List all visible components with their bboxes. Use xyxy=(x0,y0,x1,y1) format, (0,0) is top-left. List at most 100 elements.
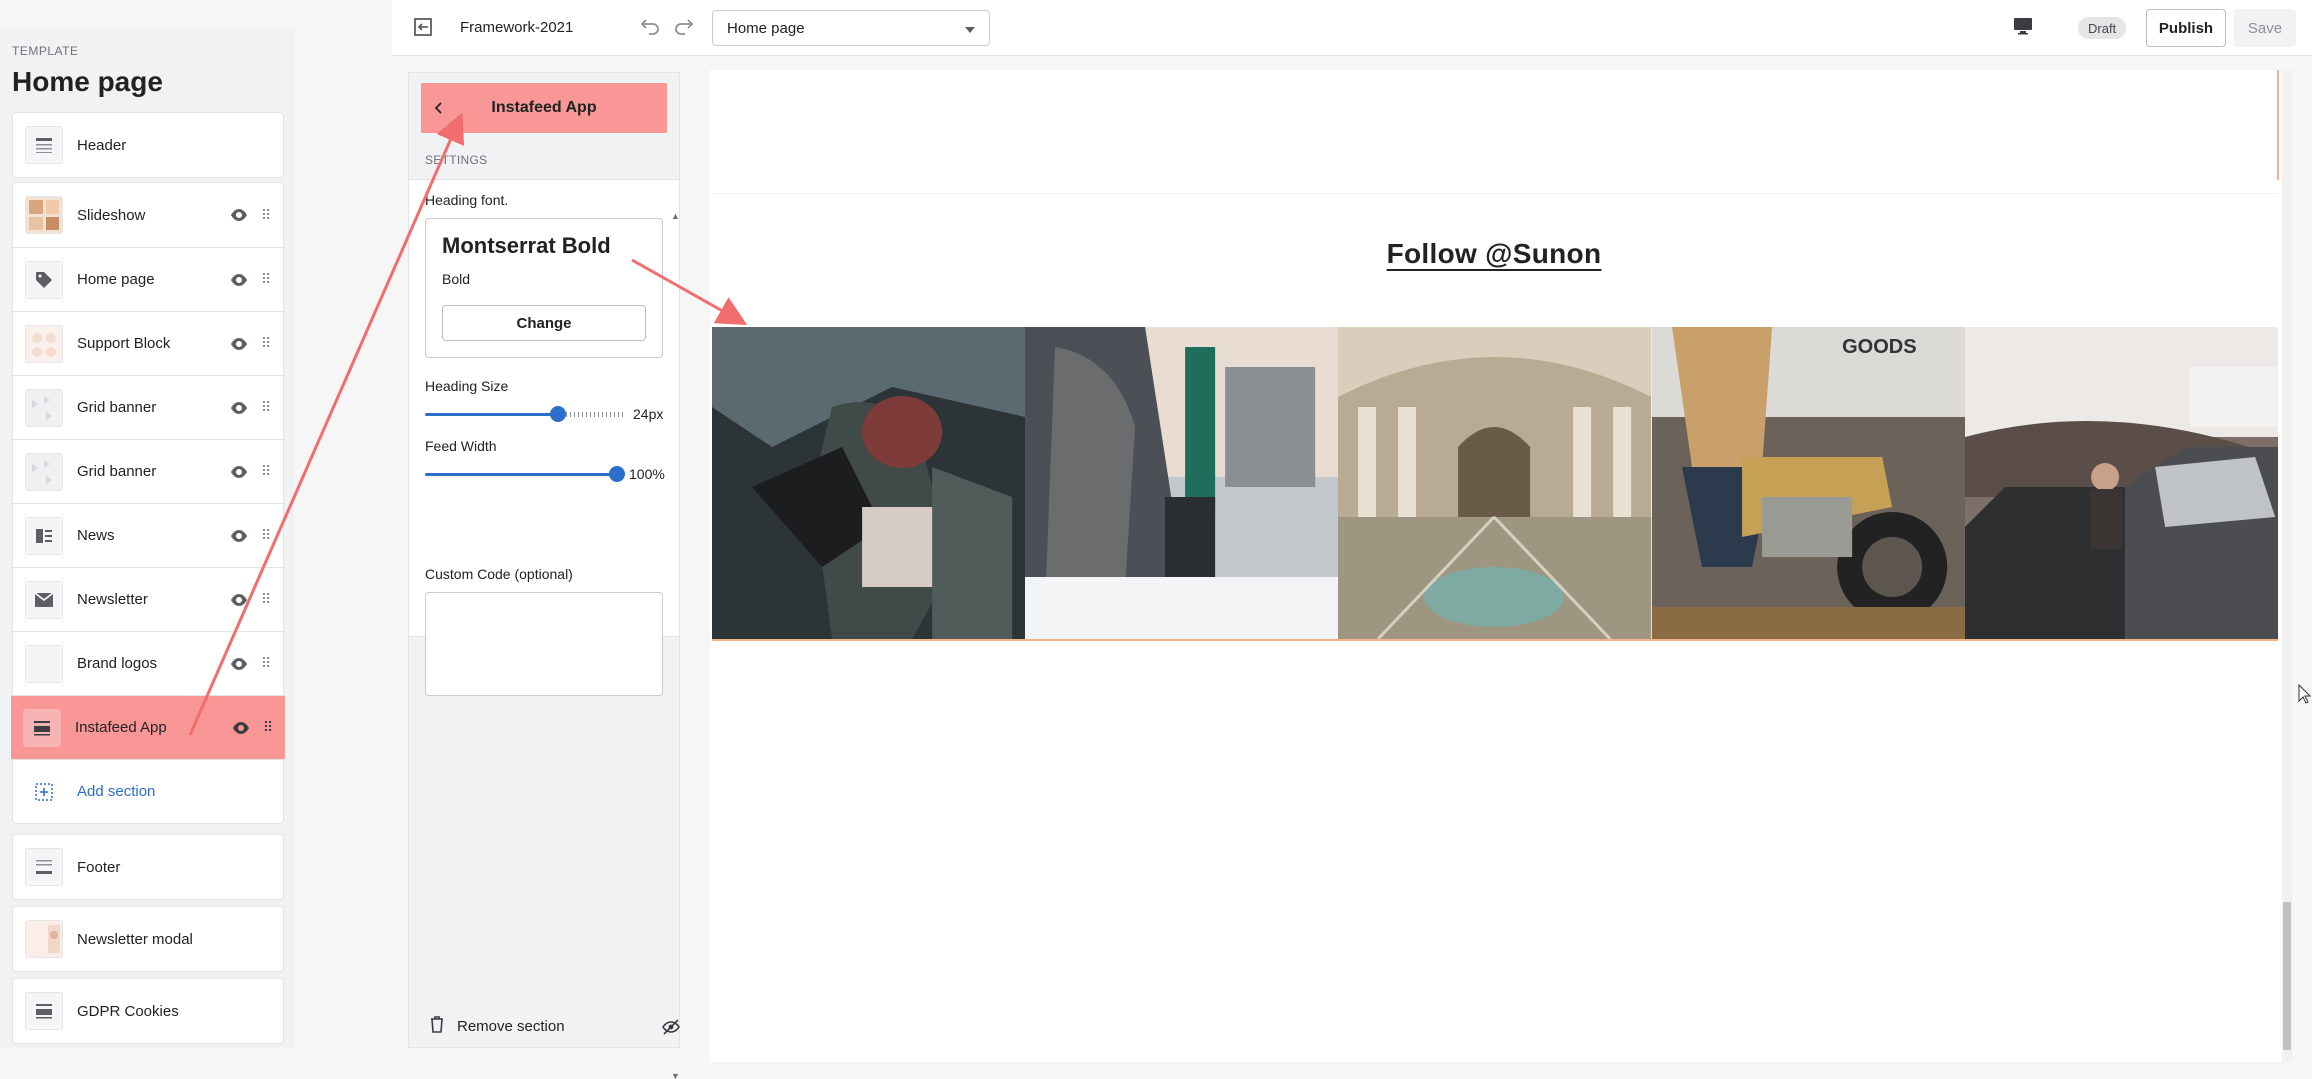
slider-handle[interactable] xyxy=(609,466,625,482)
feed-photo-palace-hall[interactable] xyxy=(1338,327,1652,639)
drag-handle-icon[interactable]: ⠿ xyxy=(261,718,275,738)
eye-icon[interactable] xyxy=(229,334,249,354)
section-grid-banner[interactable]: Grid banner ⠿ xyxy=(13,439,283,503)
font-picker: Montserrat Bold Bold Change xyxy=(425,218,663,358)
eye-icon[interactable] xyxy=(229,654,249,674)
feed-photo-camera[interactable] xyxy=(712,327,1026,639)
feed-width-value: 100% xyxy=(629,466,665,482)
feed-photo-snow-street[interactable] xyxy=(1025,327,1339,639)
drag-handle-icon[interactable]: ⠿ xyxy=(259,205,273,225)
add-section-button[interactable]: Add section xyxy=(13,759,283,823)
section-gdpr-cookies[interactable]: GDPR Cookies xyxy=(13,979,283,1043)
trash-icon xyxy=(429,1015,445,1037)
section-footer[interactable]: Footer xyxy=(13,835,283,899)
settings-footer: Remove section xyxy=(409,1015,681,1047)
section-label: Slideshow xyxy=(77,206,146,224)
section-news[interactable]: News ⠿ xyxy=(13,503,283,567)
section-label: Header xyxy=(77,136,127,154)
feed-photo-motorcycle[interactable]: GOODS xyxy=(1651,327,1965,639)
section-brand-logos[interactable]: Brand logos ⠿ xyxy=(13,631,283,695)
section-support-block[interactable]: Support Block ⠿ xyxy=(13,311,283,375)
hide-section-icon[interactable] xyxy=(661,1017,681,1037)
drag-handle-icon[interactable]: ⠿ xyxy=(259,462,273,482)
scroll-down-icon[interactable]: ▼ xyxy=(671,1071,680,1079)
change-font-button[interactable]: Change xyxy=(442,305,646,341)
settings-section-label: SETTINGS xyxy=(425,153,488,167)
section-instafeed-app[interactable]: Instafeed App ⠿ xyxy=(11,695,285,759)
remove-section-label: Remove section xyxy=(457,1017,565,1035)
back-chevron-icon[interactable] xyxy=(429,98,449,118)
heading-size-label: Heading Size xyxy=(425,378,509,394)
exit-icon[interactable] xyxy=(412,16,436,40)
drag-handle-icon[interactable]: ⠿ xyxy=(259,654,273,674)
section-header[interactable]: Header xyxy=(13,113,283,177)
custom-code-textarea[interactable] xyxy=(425,592,663,696)
section-settings-panel: Instafeed App SETTINGS Heading font. Mon… xyxy=(408,72,681,1079)
section-label: GDPR Cookies xyxy=(77,1002,179,1020)
heading-size-slider[interactable] xyxy=(425,404,625,424)
tag-icon xyxy=(25,260,63,299)
caret-down-icon xyxy=(965,20,975,37)
header-icon xyxy=(25,126,63,164)
section-icon xyxy=(25,992,63,1030)
drag-handle-icon[interactable]: ⠿ xyxy=(259,334,273,354)
drag-handle-icon[interactable]: ⠿ xyxy=(259,526,273,546)
settings-body: Heading font. Montserrat Bold Bold Chang… xyxy=(409,179,679,696)
drag-handle-icon[interactable]: ⠿ xyxy=(259,590,273,610)
eye-icon[interactable] xyxy=(229,590,249,610)
eye-icon[interactable] xyxy=(229,270,249,290)
section-newsletter-modal[interactable]: Newsletter modal xyxy=(13,907,283,971)
add-section-label: Add section xyxy=(77,783,156,800)
eye-icon[interactable] xyxy=(231,718,251,738)
desktop-view-icon[interactable] xyxy=(2012,16,2036,40)
footer-group: Footer xyxy=(12,834,284,900)
template-sidebar: TEMPLATE Home page Header Slideshow ⠿ Ho… xyxy=(0,30,294,1048)
page-select-value: Home page xyxy=(727,19,805,37)
add-section-icon xyxy=(25,772,63,811)
grid-banner-thumbnail xyxy=(25,452,63,491)
section-label: Home page xyxy=(77,271,155,288)
feed-photo-car-man[interactable] xyxy=(1964,327,2279,639)
footer-icon xyxy=(25,848,63,886)
drag-handle-icon[interactable]: ⠿ xyxy=(259,398,273,418)
eye-icon[interactable] xyxy=(229,398,249,418)
preview-scrollbar-thumb[interactable] xyxy=(2283,902,2291,1050)
svg-text:GOODS: GOODS xyxy=(1842,336,1916,358)
scroll-up-icon[interactable]: ▲ xyxy=(671,211,680,221)
editor-topbar: Framework-2021 Home page Draft Publish S… xyxy=(392,0,2312,56)
section-grid-banner[interactable]: Grid banner ⠿ xyxy=(13,375,283,439)
section-slideshow[interactable]: Slideshow ⠿ xyxy=(13,183,283,247)
preview-scrollbar[interactable] xyxy=(2282,70,2292,1062)
font-name: Montserrat Bold xyxy=(442,233,611,258)
undo-icon[interactable] xyxy=(638,15,664,41)
slider-track-rest xyxy=(566,412,625,417)
blog-icon xyxy=(25,516,63,555)
settings-header: Instafeed App xyxy=(421,83,667,133)
feed-width-slider[interactable] xyxy=(425,464,625,484)
section-label: Newsletter modal xyxy=(77,930,193,948)
section-label: Instafeed App xyxy=(75,719,167,736)
instafeed-heading: Follow @Sunon xyxy=(710,238,2278,270)
page-select[interactable]: Home page xyxy=(712,10,990,46)
section-label: Grid banner xyxy=(77,463,157,480)
support-block-thumbnail xyxy=(25,324,63,363)
slider-handle[interactable] xyxy=(550,406,566,422)
section-home-page[interactable]: Home page ⠿ xyxy=(13,247,283,311)
section-label: Footer xyxy=(77,858,121,876)
eye-icon[interactable] xyxy=(229,462,249,482)
drag-handle-icon[interactable]: ⠿ xyxy=(259,270,273,290)
publish-button[interactable]: Publish xyxy=(2146,9,2226,47)
sections-group: Slideshow ⠿ Home page ⠿ Support Block ⠿ xyxy=(11,182,285,824)
settings-scrollbar[interactable]: ▲ ▼ xyxy=(671,211,680,1079)
save-button[interactable]: Save xyxy=(2234,9,2296,47)
preview-section-outline xyxy=(2277,70,2279,180)
redo-icon[interactable] xyxy=(672,15,698,41)
eye-icon[interactable] xyxy=(229,526,249,546)
newsletter-modal-thumbnail xyxy=(25,920,63,958)
heading-font-label: Heading font. xyxy=(425,192,509,208)
envelope-icon xyxy=(25,580,63,619)
remove-section-button[interactable]: Remove section xyxy=(429,1015,565,1037)
settings-title: Instafeed App xyxy=(491,99,597,116)
section-newsletter[interactable]: Newsletter ⠿ xyxy=(13,567,283,631)
eye-icon[interactable] xyxy=(229,205,249,225)
